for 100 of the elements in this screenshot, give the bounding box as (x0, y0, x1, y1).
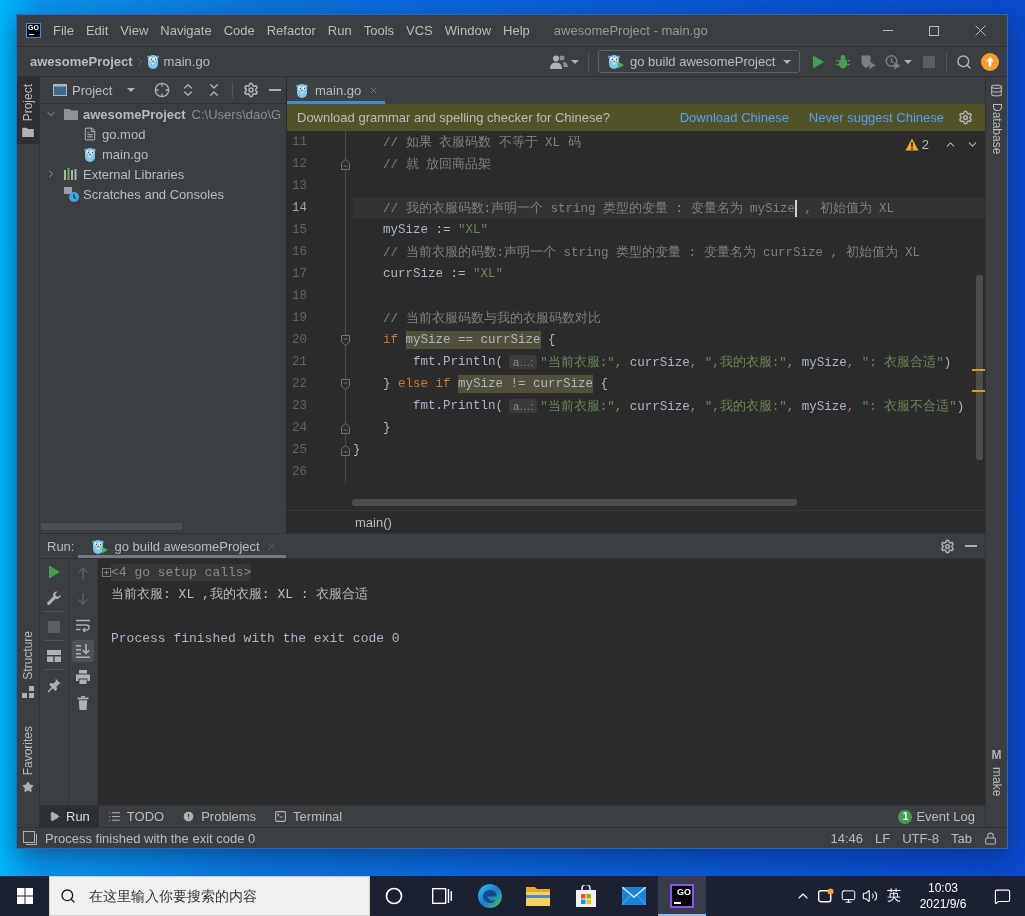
tool-window-button[interactable]: Structure (17, 623, 39, 705)
menu-item[interactable]: View (114, 15, 155, 46)
settings-icon[interactable] (940, 538, 955, 554)
code-text: fmt.Println( (413, 399, 504, 413)
tree-item-label[interactable]: main.go (102, 146, 149, 162)
network-icon[interactable] (840, 888, 856, 904)
layout-icon[interactable] (46, 648, 62, 664)
clock-time[interactable]: 10:03 (928, 880, 958, 896)
run-configuration-selector[interactable]: go build awesomeProject (598, 50, 800, 73)
tree-item-label[interactable]: Scratches and Consoles (83, 186, 224, 202)
play-icon[interactable] (46, 564, 62, 580)
input-method-indicator[interactable]: 英 (887, 887, 901, 905)
tool-window-tab[interactable]: Problems (173, 806, 266, 827)
tool-window-button[interactable]: Favorites (17, 718, 39, 800)
caret-icon[interactable] (783, 59, 791, 64)
fold-marker-icon[interactable] (341, 378, 350, 390)
clock-play-icon[interactable] (885, 53, 901, 70)
fold-marker-icon[interactable] (341, 444, 350, 456)
update-icon[interactable] (981, 52, 999, 71)
play-icon[interactable] (810, 53, 826, 70)
menu-item[interactable]: Help (497, 15, 536, 46)
menu-item[interactable]: Run (321, 15, 358, 46)
users-icon[interactable] (550, 54, 568, 69)
clock-date[interactable]: 2021/9/6 (919, 896, 967, 912)
code-text: "当前衣服:", currSize, ",我的衣服:", mySize, ": 衣服合适") (540, 354, 952, 371)
soft-wrap-icon[interactable] (75, 617, 91, 633)
gopher-run-icon (92, 538, 109, 554)
printer-icon[interactable] (75, 669, 91, 685)
menu-item[interactable]: Navigate (154, 15, 218, 46)
scroll-to-end-icon[interactable] (72, 640, 94, 662)
tool-window-tab[interactable]: Run (40, 806, 99, 827)
menu-item[interactable]: Edit (79, 15, 115, 46)
code-text: , 初始值为 XL (803, 200, 895, 217)
tool-window-tab[interactable]: TODO (98, 806, 174, 827)
pin-icon[interactable] (46, 677, 62, 693)
code-text: } else if mySize != currSize { (383, 377, 609, 391)
taskbar-app-button[interactable]: GO (658, 876, 706, 916)
caret-icon[interactable] (904, 59, 912, 64)
tray-app-icon[interactable] (818, 888, 834, 904)
breadcrumb-item[interactable]: awesomeProject (30, 54, 133, 69)
star-icon (22, 781, 34, 793)
crosshair-icon[interactable] (154, 82, 170, 98)
status-item[interactable]: UTF-8 (902, 830, 940, 846)
tree-item-label[interactable]: go.mod (102, 126, 146, 142)
file-icon (83, 127, 97, 141)
horizontal-scrollbar-thumb[interactable] (352, 499, 797, 506)
line-number: 23 (291, 399, 308, 413)
shield-play-icon[interactable] (860, 53, 876, 70)
tool-window-button[interactable]: M make (986, 741, 1007, 803)
breadcrumb-item[interactable]: main.go (146, 54, 210, 69)
search-icon[interactable] (956, 53, 972, 70)
vertical-scrollbar-thumb[interactable] (976, 275, 983, 460)
line-number: 17 (291, 267, 308, 281)
menu-item[interactable]: Tools (357, 15, 401, 46)
banner-link[interactable]: Download Chinese (679, 110, 789, 125)
status-item[interactable]: Tab (951, 830, 972, 846)
warning-count[interactable]: 2 (921, 137, 929, 152)
tool-window-button[interactable]: Project (17, 77, 39, 145)
volume-icon[interactable] (862, 888, 878, 904)
settings-icon[interactable] (243, 82, 259, 98)
warning-icon[interactable] (904, 138, 919, 151)
database-icon (990, 84, 1003, 97)
caret-icon[interactable] (127, 88, 136, 92)
trash-icon[interactable] (75, 695, 91, 711)
menu-item[interactable]: Refactor (260, 15, 322, 46)
bug-icon[interactable] (835, 53, 851, 70)
search-field[interactable]: 在这里输入你要搜索的内容 (49, 876, 370, 916)
tree-item-label[interactable]: External Libraries (83, 166, 185, 182)
menu-item[interactable]: Window (438, 15, 498, 46)
wrench-icon[interactable] (46, 590, 62, 606)
menu-item[interactable]: VCS (400, 15, 439, 46)
panel-label: Run: (47, 538, 75, 554)
lock-icon[interactable] (984, 831, 997, 845)
fold-marker-icon[interactable] (341, 158, 350, 170)
tool-window-tab[interactable]: Terminal (265, 806, 352, 827)
status-item[interactable]: 14:46 (830, 830, 863, 846)
gopher-icon (146, 54, 159, 69)
menu-item[interactable]: Code (217, 15, 261, 46)
menu-item[interactable]: File (47, 15, 80, 46)
status-item[interactable]: LF (875, 830, 891, 846)
code-text: // 当前衣服码数与我的衣服码数对比 (383, 310, 601, 327)
square-icon[interactable] (23, 831, 37, 845)
expand-icon[interactable] (102, 567, 111, 577)
settings-icon[interactable] (958, 110, 973, 125)
line-number: 25 (291, 443, 308, 457)
horizontal-scrollbar-thumb[interactable] (41, 523, 182, 530)
banner-link[interactable]: Never suggest Chinese (808, 110, 944, 125)
fold-marker-icon[interactable] (341, 334, 350, 346)
view-selector[interactable]: Project (53, 82, 136, 98)
tree-item-label[interactable]: awesomeProject (83, 106, 186, 122)
gopher-icon (84, 146, 96, 162)
fold-marker-icon[interactable] (341, 422, 350, 434)
event-log-button[interactable]: 1 Event Log (898, 809, 985, 824)
code-text: if mySize == currSize { (383, 333, 556, 347)
line-number: 12 (291, 157, 308, 171)
caret-icon[interactable] (571, 59, 579, 64)
breadcrumb-item[interactable]: main() (355, 514, 392, 530)
line-number: 21 (291, 355, 308, 369)
tool-window-button[interactable]: Database (986, 77, 1007, 162)
notification-icon[interactable] (993, 887, 1011, 905)
